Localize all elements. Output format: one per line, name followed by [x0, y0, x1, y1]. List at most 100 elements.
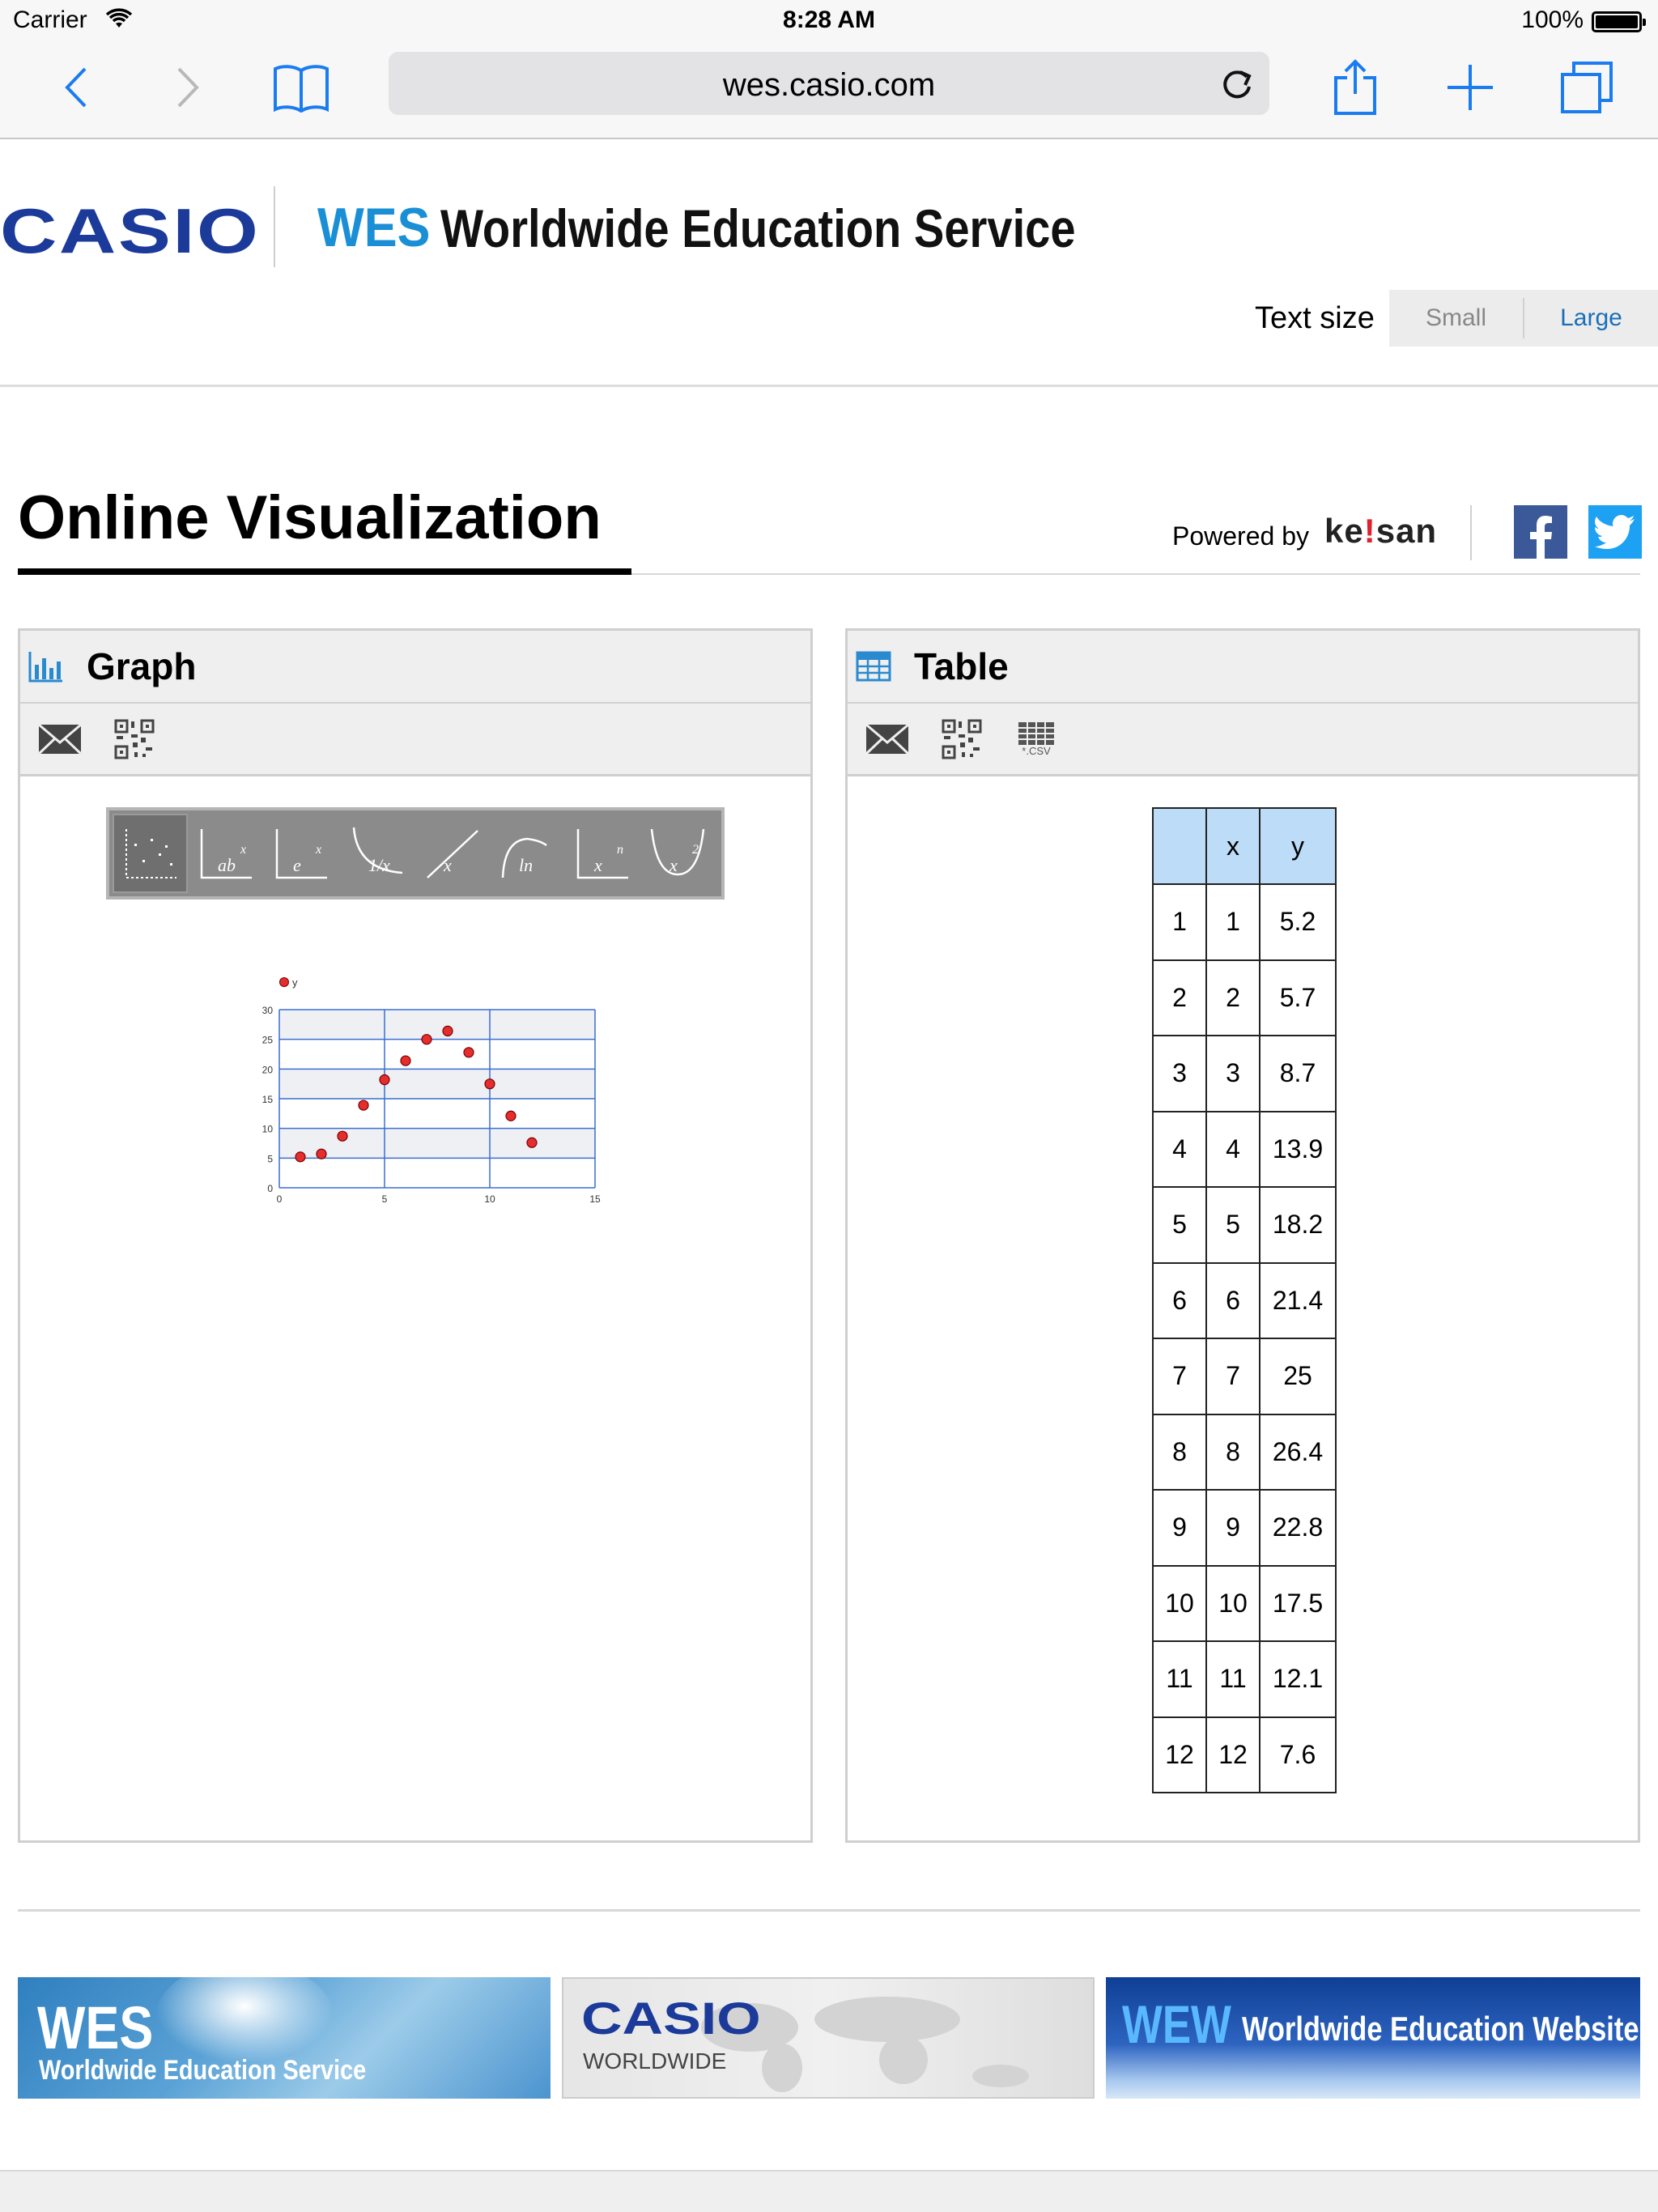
table-cell-x[interactable]: 5 — [1205, 1186, 1261, 1264]
twitter-icon — [1595, 515, 1635, 549]
casio-banner-title: CASIO — [581, 1993, 761, 2044]
title-underline — [18, 568, 631, 575]
data-point — [484, 1078, 495, 1090]
table-panel: Table *.CSV x y 1 1 5.2 2 2 5.7 3 3 8.7 4 4 13.9 5 5 1… — [845, 628, 1640, 1843]
facebook-button[interactable] — [1514, 505, 1567, 559]
e-x-icon: ex — [275, 829, 327, 879]
wes-banner-subtitle: Worldwide Education Service — [39, 2055, 367, 2086]
chevron-left-icon — [65, 67, 87, 108]
table-cell-x[interactable]: 6 — [1205, 1261, 1261, 1339]
data-table: x y 1 1 5.2 2 2 5.7 3 3 8.7 4 4 13.9 5 5 18.2 6 6 21.4 7 7 2… — [1152, 807, 1337, 1793]
table-cell-y[interactable]: 7.6 — [1259, 1716, 1337, 1793]
table-qr-button[interactable] — [937, 714, 987, 764]
status-bar: Carrier 8:28 AM 100% — [0, 0, 1658, 44]
share-button[interactable] — [1323, 55, 1388, 120]
table-cell-y[interactable]: 5.7 — [1259, 959, 1337, 1036]
twitter-button[interactable] — [1588, 505, 1642, 559]
table-row: 8 8 26.4 — [1152, 1413, 1337, 1491]
bookmarks-button[interactable] — [269, 55, 334, 120]
table-cell-y[interactable]: 22.8 — [1259, 1489, 1337, 1567]
table-cell-x[interactable]: 3 — [1205, 1035, 1261, 1112]
graph-email-button[interactable] — [35, 714, 85, 764]
table-header-index[interactable] — [1152, 807, 1207, 885]
table-cell-y[interactable]: 21.4 — [1259, 1261, 1337, 1339]
wew-banner[interactable]: WEW Worldwide Education Website — [1106, 1977, 1640, 2099]
facebook-icon — [1530, 516, 1552, 559]
legend-label: y — [292, 976, 298, 989]
table-cell-x[interactable]: 12 — [1205, 1716, 1261, 1793]
tabs-button[interactable] — [1554, 55, 1619, 120]
regression-button-3[interactable]: 1/x — [338, 814, 414, 893]
site-header: CASIO WES Worldwide Education Service Te… — [0, 139, 1658, 387]
keisan-logo-dot: ! — [1363, 512, 1376, 550]
table-cell-x[interactable]: 7 — [1205, 1338, 1261, 1415]
table-row: 7 7 25 — [1152, 1338, 1337, 1415]
table-cell-y[interactable]: 8.7 — [1259, 1035, 1337, 1112]
svg-text:1/x: 1/x — [368, 855, 390, 875]
wes-logo[interactable]: WES — [317, 196, 430, 259]
forward-button[interactable] — [155, 55, 220, 120]
text-size-large-button[interactable]: Large — [1524, 290, 1658, 347]
table-cell-x[interactable]: 9 — [1205, 1489, 1261, 1567]
y-tick-label: 15 — [262, 1094, 274, 1105]
table-cell-y[interactable]: 17.5 — [1259, 1564, 1337, 1642]
y-tick-label: 10 — [262, 1124, 274, 1135]
address-bar[interactable]: wes.casio.com — [389, 52, 1269, 115]
table-header-x[interactable]: x — [1205, 807, 1261, 885]
table-cell-y[interactable]: 13.9 — [1259, 1110, 1337, 1188]
table-cell-x[interactable]: 2 — [1205, 959, 1261, 1036]
header-divider — [274, 186, 275, 267]
battery-icon — [1592, 11, 1646, 32]
qr-code-icon — [114, 718, 155, 759]
table-row-index: 6 — [1152, 1261, 1207, 1339]
table-csv-button[interactable]: *.CSV — [1011, 714, 1061, 764]
table-cell-y[interactable]: 25 — [1259, 1338, 1337, 1415]
svg-text:2: 2 — [692, 843, 699, 857]
table-cell-x[interactable]: 4 — [1205, 1110, 1261, 1188]
tabs-icon — [1561, 62, 1613, 113]
table-header-y[interactable]: y — [1259, 807, 1337, 885]
table-cell-y[interactable]: 18.2 — [1259, 1186, 1337, 1264]
regression-button-1[interactable]: ab x — [188, 814, 263, 893]
table-email-button[interactable] — [862, 714, 912, 764]
chevron-right-icon — [177, 67, 199, 108]
table-cell-x[interactable]: 10 — [1205, 1564, 1261, 1642]
battery-percent: 100% — [1521, 6, 1584, 33]
reload-button[interactable] — [1214, 60, 1260, 105]
regression-button-2[interactable]: ex — [263, 814, 338, 893]
site-name: Worldwide Education Service — [440, 198, 1076, 258]
keisan-logo[interactable]: ke!san — [1324, 512, 1437, 551]
table-cell-y[interactable]: 12.1 — [1259, 1640, 1337, 1718]
y-tick-label: 25 — [262, 1035, 274, 1046]
wes-banner-title: WES — [37, 1994, 154, 2061]
table-cell-y[interactable]: 5.2 — [1259, 883, 1337, 961]
data-point — [295, 1151, 306, 1163]
table-cell-y[interactable]: 26.4 — [1259, 1413, 1337, 1491]
book-icon — [274, 65, 329, 113]
casio-worldwide-banner[interactable]: CASIO WORLDWIDE — [562, 1977, 1095, 2099]
wew-banner-title: WEW — [1122, 1994, 1231, 2054]
table-cell-x[interactable]: 1 — [1205, 883, 1261, 961]
table-row: 11 11 12.1 — [1152, 1640, 1337, 1718]
graph-qr-button[interactable] — [109, 714, 159, 764]
data-point — [526, 1137, 538, 1148]
data-point — [421, 1034, 432, 1045]
regression-button-4[interactable]: x — [414, 814, 489, 893]
table-row: 12 12 7.6 — [1152, 1716, 1337, 1793]
text-size-small-button[interactable]: Small — [1389, 298, 1524, 338]
share-icon — [1334, 59, 1376, 115]
table-cell-x[interactable]: 11 — [1205, 1640, 1261, 1718]
scatter-chart-svg: 0 5 10 15 20 25 30 0 5 10 15 y — [262, 976, 601, 1205]
table-row: 10 10 17.5 — [1152, 1564, 1337, 1642]
back-button[interactable] — [44, 55, 108, 120]
table-cell-x[interactable]: 8 — [1205, 1413, 1261, 1491]
new-tab-button[interactable] — [1438, 55, 1503, 120]
data-point — [358, 1100, 369, 1111]
table-icon — [856, 651, 891, 682]
wes-banner[interactable]: WES Worldwide Education Service — [18, 1977, 551, 2099]
regression-button-7[interactable]: x2 — [640, 814, 715, 893]
casio-logo[interactable]: CASIO — [0, 194, 260, 268]
regression-button-5[interactable]: ln — [489, 814, 564, 893]
regression-button-0[interactable] — [113, 814, 188, 893]
regression-button-6[interactable]: xn — [564, 814, 640, 893]
